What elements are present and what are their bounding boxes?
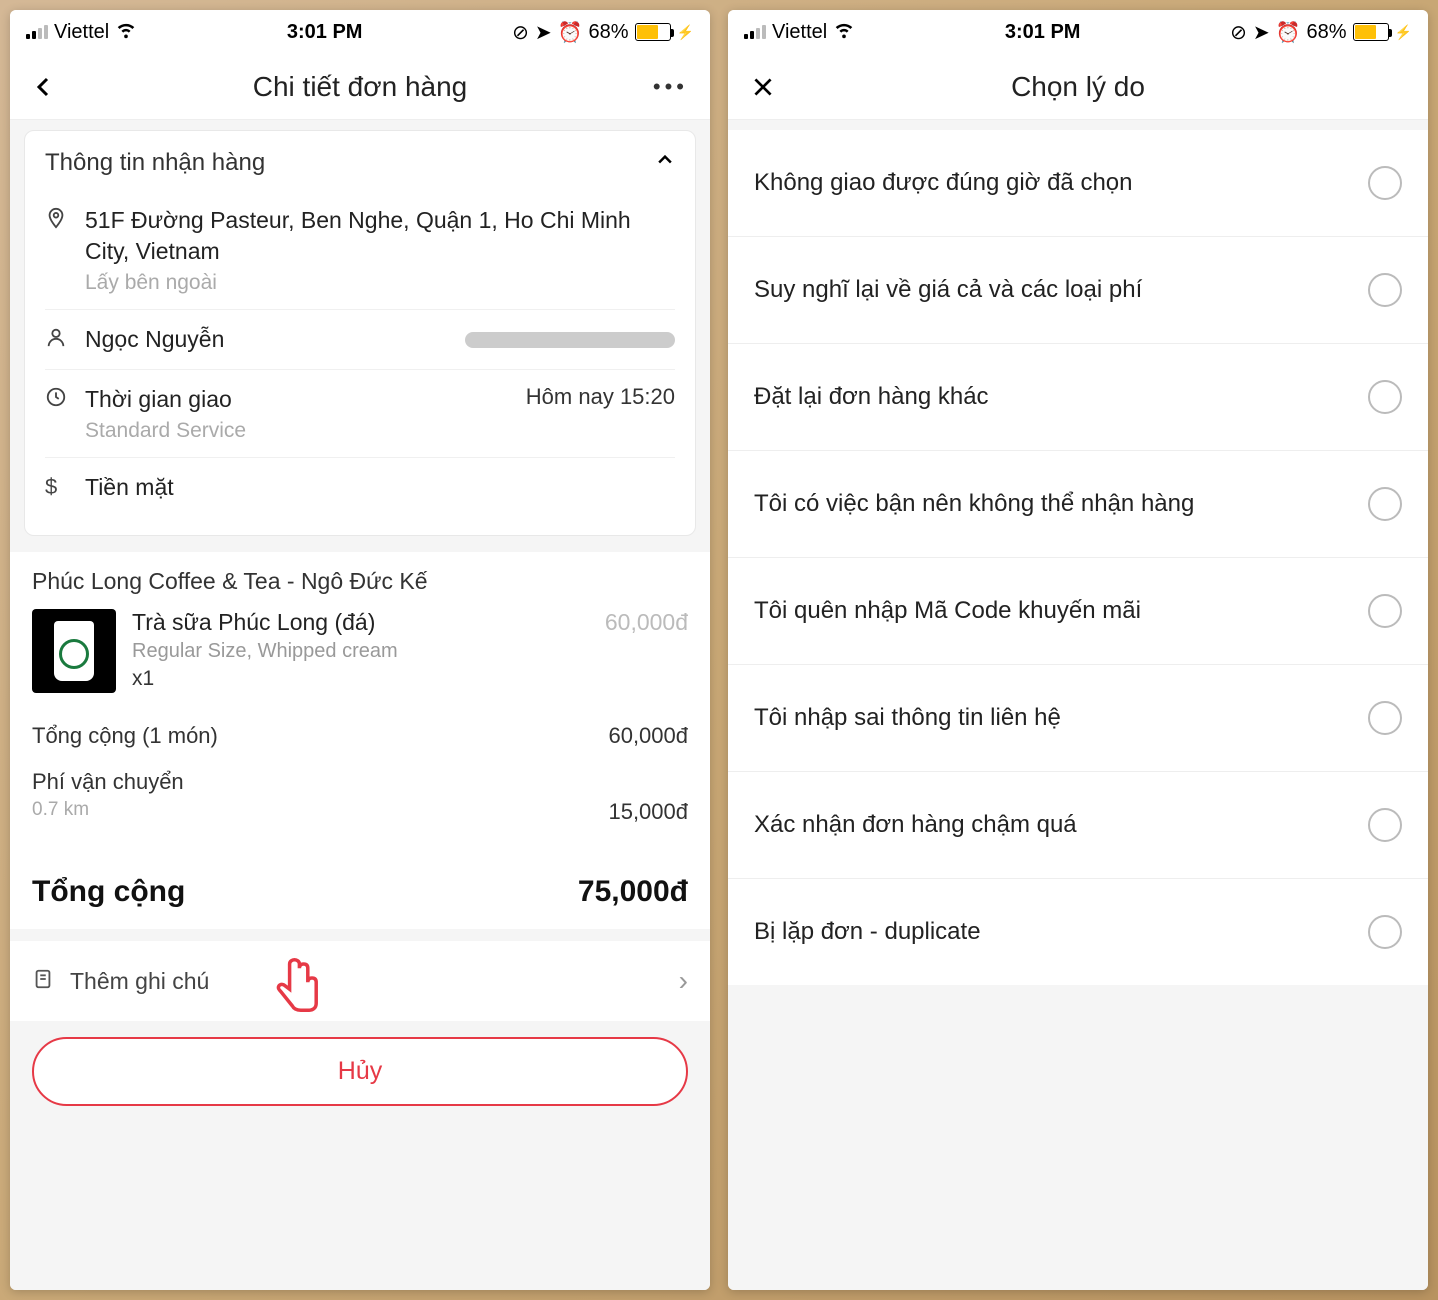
cancel-reason-screen: Viettel 3:01 PM ⊘ ➤ ⏰ 68% ⚡ Chọn lý do K… xyxy=(728,10,1428,1290)
reason-label: Tôi nhập sai thông tin liên hệ xyxy=(754,704,1061,732)
page-title: Chọn lý do xyxy=(790,71,1366,103)
wifi-icon xyxy=(833,18,855,46)
product-row: Trà sữa Phúc Long (đá) Regular Size, Whi… xyxy=(32,609,688,709)
status-time: 3:01 PM xyxy=(1005,21,1081,44)
radio-icon xyxy=(1368,915,1402,949)
reason-option[interactable]: Suy nghĩ lại về giá cả và các loại phí xyxy=(728,237,1428,344)
address-note: Lấy bên ngoài xyxy=(85,271,675,295)
merchant-name: Phúc Long Coffee & Tea - Ngô Đức Kế xyxy=(32,568,688,595)
chevron-right-icon: › xyxy=(679,965,688,997)
battery-icon xyxy=(635,23,671,41)
delivery-service: Standard Service xyxy=(85,419,246,443)
carrier-label: Viettel xyxy=(54,21,109,44)
radio-icon xyxy=(1368,594,1402,628)
alarm-icon: ⏰ xyxy=(1276,20,1301,45)
location-icon: ➤ xyxy=(535,20,552,45)
radio-icon xyxy=(1368,273,1402,307)
status-time: 3:01 PM xyxy=(287,21,363,44)
dollar-icon: $ xyxy=(45,472,69,500)
radio-icon xyxy=(1368,380,1402,414)
radio-icon xyxy=(1368,487,1402,521)
reason-option[interactable]: Đặt lại đơn hàng khác xyxy=(728,344,1428,451)
customer-name: Ngọc Nguyễn xyxy=(85,324,224,355)
wifi-icon xyxy=(115,18,137,46)
order-detail-screen: Viettel 3:01 PM ⊘ ➤ ⏰ 68% ⚡ Chi tiết đơn… xyxy=(10,10,710,1290)
battery-percent: 68% xyxy=(1307,21,1347,44)
delivery-time-row: Thời gian giao Standard Service Hôm nay … xyxy=(45,370,675,458)
total-row: Tổng cộng 75,000đ xyxy=(10,855,710,929)
product-desc: Regular Size, Whipped cream xyxy=(132,640,589,663)
signal-icon xyxy=(744,25,766,39)
orientation-lock-icon: ⊘ xyxy=(512,20,529,45)
page-title: Chi tiết đơn hàng xyxy=(72,71,648,103)
orientation-lock-icon: ⊘ xyxy=(1230,20,1247,45)
phone-redacted xyxy=(465,332,675,348)
reason-option[interactable]: Xác nhận đơn hàng chậm quá xyxy=(728,772,1428,879)
product-image xyxy=(32,609,116,693)
radio-icon xyxy=(1368,166,1402,200)
product-name: Trà sữa Phúc Long (đá) xyxy=(132,609,589,636)
status-bar: Viettel 3:01 PM ⊘ ➤ ⏰ 68% ⚡ xyxy=(10,10,710,54)
more-button[interactable]: ••• xyxy=(648,74,688,100)
delivery-info-card: Thông tin nhận hàng 51F Đường Pasteur, B… xyxy=(24,130,696,536)
address-row: 51F Đường Pasteur, Ben Nghe, Quận 1, Ho … xyxy=(45,191,675,310)
reason-option[interactable]: Tôi nhập sai thông tin liên hệ xyxy=(728,665,1428,772)
signal-icon xyxy=(26,25,48,39)
address-text: 51F Đường Pasteur, Ben Nghe, Quận 1, Ho … xyxy=(85,205,675,267)
delivery-time-value: Hôm nay 15:20 xyxy=(526,384,675,443)
shipping-label: Phí vận chuyển xyxy=(32,769,184,795)
reason-list: Không giao được đúng giờ đã chọn Suy ngh… xyxy=(728,130,1428,985)
customer-row: Ngọc Nguyễn xyxy=(45,310,675,370)
product-qty: x1 xyxy=(132,667,589,691)
reason-label: Tôi quên nhập Mã Code khuyến mãi xyxy=(754,597,1141,625)
status-bar: Viettel 3:01 PM ⊘ ➤ ⏰ 68% ⚡ xyxy=(728,10,1428,54)
merchant-section: Phúc Long Coffee & Tea - Ngô Đức Kế Trà … xyxy=(10,552,710,709)
reason-option[interactable]: Bị lặp đơn - duplicate xyxy=(728,879,1428,985)
clock-icon xyxy=(45,384,69,413)
total-label: Tổng cộng xyxy=(32,875,185,909)
reason-label: Suy nghĩ lại về giá cả và các loại phí xyxy=(754,276,1142,304)
battery-icon xyxy=(1353,23,1389,41)
delivery-section-title: Thông tin nhận hàng xyxy=(45,149,265,177)
add-note-row[interactable]: Thêm ghi chú › xyxy=(10,929,710,1021)
total-value: 75,000đ xyxy=(578,875,688,909)
subtotal-value: 60,000đ xyxy=(608,723,688,749)
close-button[interactable] xyxy=(750,74,790,100)
cancel-button[interactable]: Hủy xyxy=(32,1037,688,1106)
nav-header: Chọn lý do xyxy=(728,54,1428,120)
shipping-value: 15,000đ xyxy=(608,799,688,825)
price-summary: Tổng cộng (1 món) 60,000đ Phí vận chuyển… xyxy=(10,709,710,855)
radio-icon xyxy=(1368,808,1402,842)
reason-label: Không giao được đúng giờ đã chọn xyxy=(754,169,1132,197)
charging-icon: ⚡ xyxy=(1395,24,1412,41)
carrier-label: Viettel xyxy=(772,21,827,44)
reason-label: Tôi có việc bận nên không thể nhận hàng xyxy=(754,490,1194,518)
location-pin-icon xyxy=(45,205,69,234)
note-label: Thêm ghi chú xyxy=(70,968,663,995)
back-button[interactable] xyxy=(32,75,72,99)
reason-label: Xác nhận đơn hàng chậm quá xyxy=(754,811,1077,839)
person-icon xyxy=(45,324,69,353)
reason-option[interactable]: Tôi quên nhập Mã Code khuyến mãi xyxy=(728,558,1428,665)
payment-row: $ Tiền mặt xyxy=(45,458,675,517)
alarm-icon: ⏰ xyxy=(558,20,583,45)
collapse-toggle[interactable] xyxy=(655,149,675,177)
nav-header: Chi tiết đơn hàng ••• xyxy=(10,54,710,120)
location-icon: ➤ xyxy=(1253,20,1270,45)
note-icon xyxy=(32,968,54,995)
subtotal-label: Tổng cộng (1 món) xyxy=(32,723,218,749)
product-price: 60,000đ xyxy=(605,609,688,636)
delivery-time-label: Thời gian giao xyxy=(85,384,246,415)
battery-percent: 68% xyxy=(589,21,629,44)
radio-icon xyxy=(1368,701,1402,735)
shipping-distance: 0.7 km xyxy=(32,799,89,825)
charging-icon: ⚡ xyxy=(677,24,694,41)
reason-option[interactable]: Không giao được đúng giờ đã chọn xyxy=(728,130,1428,237)
pointer-hand-icon xyxy=(270,957,326,1032)
payment-method: Tiền mặt xyxy=(85,472,675,503)
reason-option[interactable]: Tôi có việc bận nên không thể nhận hàng xyxy=(728,451,1428,558)
reason-label: Bị lặp đơn - duplicate xyxy=(754,918,981,946)
reason-label: Đặt lại đơn hàng khác xyxy=(754,383,989,411)
